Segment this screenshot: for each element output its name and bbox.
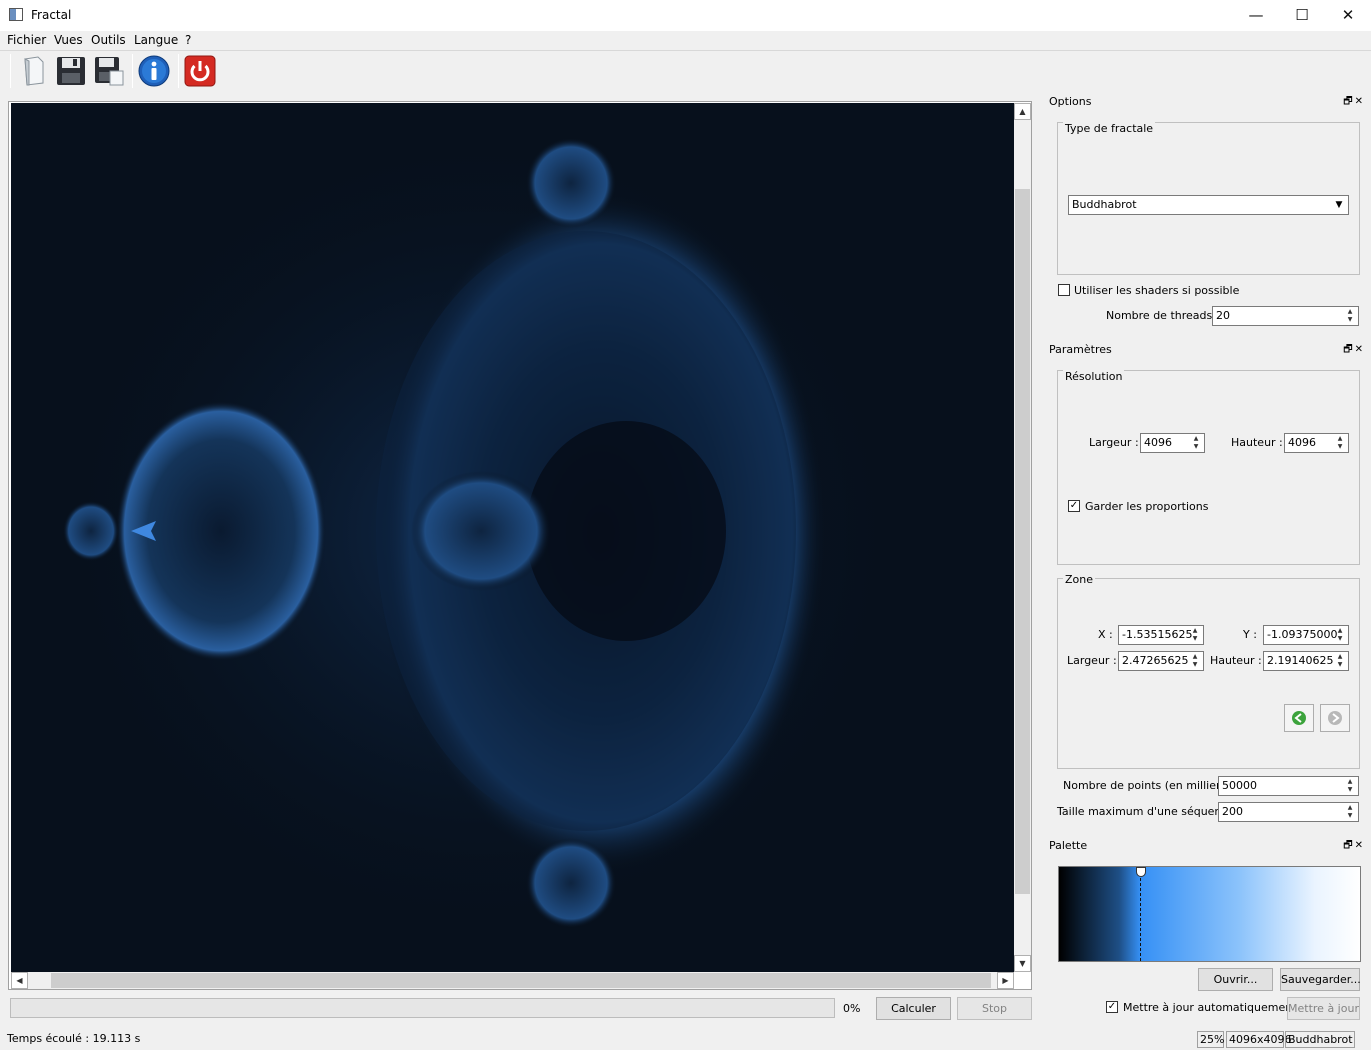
palette-open-button[interactable]: Ouvrir... [1198, 968, 1273, 991]
vertical-scrollbar[interactable]: ▲ ▼ [1014, 103, 1031, 972]
points-spinbox[interactable]: 50000 ▲ ▼ [1218, 776, 1359, 796]
use-shaders-label: Utiliser les shaders si possible [1074, 284, 1240, 297]
chevron-down-icon: ▼ [1335, 200, 1343, 210]
zone-height-spinbox[interactable]: 2.19140625 ▲ ▼ [1263, 651, 1349, 671]
zone-height-label: Hauteur : [1210, 654, 1262, 667]
auto-update-checkbox[interactable]: ✓ [1106, 1001, 1118, 1013]
height-spinbox[interactable]: 4096 ▲ ▼ [1284, 433, 1349, 453]
sequence-spinbox[interactable]: 200 ▲ ▼ [1218, 802, 1359, 822]
menu-help[interactable]: ? [185, 33, 191, 47]
width-label: Largeur : [1089, 436, 1139, 449]
close-button[interactable]: ✕ [1325, 0, 1371, 31]
menu-fichier[interactable]: Fichier [7, 33, 46, 47]
spin-arrows-icon[interactable]: ▲ ▼ [1333, 653, 1347, 669]
spin-arrows-icon[interactable]: ▲ ▼ [1343, 778, 1357, 794]
options-title: Options [1049, 95, 1092, 108]
power-icon[interactable] [183, 54, 217, 88]
parameters-title: Paramètres [1049, 343, 1112, 356]
palette-dock-title: Palette 🗗✕ [1047, 836, 1371, 856]
title-bar: Fractal — ☐ ✕ [0, 0, 1371, 31]
toolbar-grip [10, 54, 11, 88]
spin-arrows-icon[interactable]: ▲ ▼ [1188, 653, 1202, 669]
info-icon[interactable] [137, 54, 171, 88]
status-fractal-type: Buddhabrot [1285, 1031, 1355, 1048]
app-icon [9, 8, 23, 21]
x-label: X : [1098, 628, 1113, 641]
use-shaders-checkbox[interactable] [1058, 284, 1070, 296]
threads-label: Nombre de threads : [1106, 309, 1220, 322]
horizontal-scroll-thumb[interactable] [51, 973, 991, 988]
options-dock-title: Options 🗗✕ [1047, 92, 1371, 112]
vertical-scroll-thumb[interactable] [1015, 189, 1030, 894]
width-spinbox[interactable]: 4096 ▲ ▼ [1140, 433, 1205, 453]
palette-title: Palette [1049, 839, 1088, 852]
spin-arrows-icon[interactable]: ▲ ▼ [1343, 308, 1357, 324]
arrow-forward-icon [1328, 711, 1342, 725]
resolution-group [1057, 370, 1360, 565]
keep-ratio-checkbox[interactable]: ✓ [1068, 500, 1080, 512]
sequence-label: Taille maximum d'une séquence : [1057, 805, 1242, 818]
save-as-icon[interactable] [92, 54, 126, 88]
scroll-down-button[interactable]: ▼ [1014, 955, 1031, 972]
zone-group-title: Zone [1063, 573, 1096, 586]
window-title: Fractal [31, 8, 72, 22]
y-label: Y : [1243, 628, 1257, 641]
dock-float-close-icon[interactable]: 🗗✕ [1343, 92, 1365, 112]
parameters-dock-title: Paramètres 🗗✕ [1047, 340, 1371, 360]
spin-arrows-icon[interactable]: ▲ ▼ [1333, 435, 1347, 451]
x-spinbox[interactable]: -1.53515625 ▲ ▼ [1118, 625, 1204, 645]
menu-bar [0, 31, 1371, 50]
fractal-type-group-title: Type de fractale [1063, 122, 1156, 135]
progress-percent: 0% [843, 1002, 861, 1015]
scroll-up-button[interactable]: ▲ [1014, 103, 1031, 120]
height-label: Hauteur : [1231, 436, 1283, 449]
menu-outils[interactable]: Outils [91, 33, 126, 47]
zone-back-button[interactable] [1284, 704, 1314, 732]
palette-save-button[interactable]: Sauvegarder... [1280, 968, 1361, 991]
dock-float-close-icon[interactable]: 🗗✕ [1343, 340, 1365, 360]
palette-stop-handle[interactable] [1136, 867, 1146, 877]
scroll-right-button[interactable]: ▶ [997, 972, 1014, 989]
fractal-type-select[interactable]: Buddhabrot ▼ [1068, 195, 1349, 215]
stop-button[interactable]: Stop [957, 997, 1032, 1020]
zone-group [1057, 578, 1360, 769]
toolbar-separator [132, 54, 133, 88]
threads-spinbox[interactable]: 20 ▲ ▼ [1212, 306, 1359, 326]
maximize-button[interactable]: ☐ [1279, 0, 1325, 31]
palette-gradient-editor[interactable] [1058, 866, 1361, 962]
status-resolution: 4096x4096 [1226, 1031, 1292, 1048]
elapsed-time: Temps écoulé : 19.113 s [7, 1032, 141, 1045]
arrow-back-icon [1292, 711, 1306, 725]
spin-arrows-icon[interactable]: ▲ ▼ [1188, 627, 1202, 643]
fractal-view[interactable] [11, 103, 1014, 972]
palette-stop-line [1140, 873, 1141, 961]
zone-width-spinbox[interactable]: 2.47265625 ▲ ▼ [1118, 651, 1204, 671]
minimize-button[interactable]: — [1233, 0, 1279, 31]
progress-bar [10, 998, 835, 1018]
scroll-left-button[interactable]: ◀ [11, 972, 28, 989]
status-bar [0, 1029, 1371, 1050]
update-button[interactable]: Mettre à jour [1287, 997, 1360, 1020]
spin-arrows-icon[interactable]: ▲ ▼ [1189, 435, 1203, 451]
y-spinbox[interactable]: -1.09375000 ▲ ▼ [1263, 625, 1349, 645]
zone-forward-button[interactable] [1320, 704, 1350, 732]
toolbar-separator [178, 54, 179, 88]
calculate-button[interactable]: Calculer [876, 997, 951, 1020]
spin-arrows-icon[interactable]: ▲ ▼ [1333, 627, 1347, 643]
menu-vues[interactable]: Vues [54, 33, 83, 47]
horizontal-scrollbar[interactable]: ◀ ▶ [11, 972, 1014, 989]
menu-langue[interactable]: Langue [134, 33, 178, 47]
zone-width-label: Largeur : [1067, 654, 1117, 667]
new-document-icon[interactable] [16, 54, 50, 88]
auto-update-label: Mettre à jour automatiquement [1123, 1001, 1297, 1014]
points-label: Nombre de points (en milliers) : [1063, 779, 1238, 792]
spin-arrows-icon[interactable]: ▲ ▼ [1343, 804, 1357, 820]
status-zoom: 25% [1197, 1031, 1224, 1048]
dock-float-close-icon[interactable]: 🗗✕ [1343, 836, 1365, 856]
keep-ratio-label: Garder les proportions [1085, 500, 1209, 513]
save-icon[interactable] [54, 54, 88, 88]
resolution-group-title: Résolution [1063, 370, 1125, 383]
